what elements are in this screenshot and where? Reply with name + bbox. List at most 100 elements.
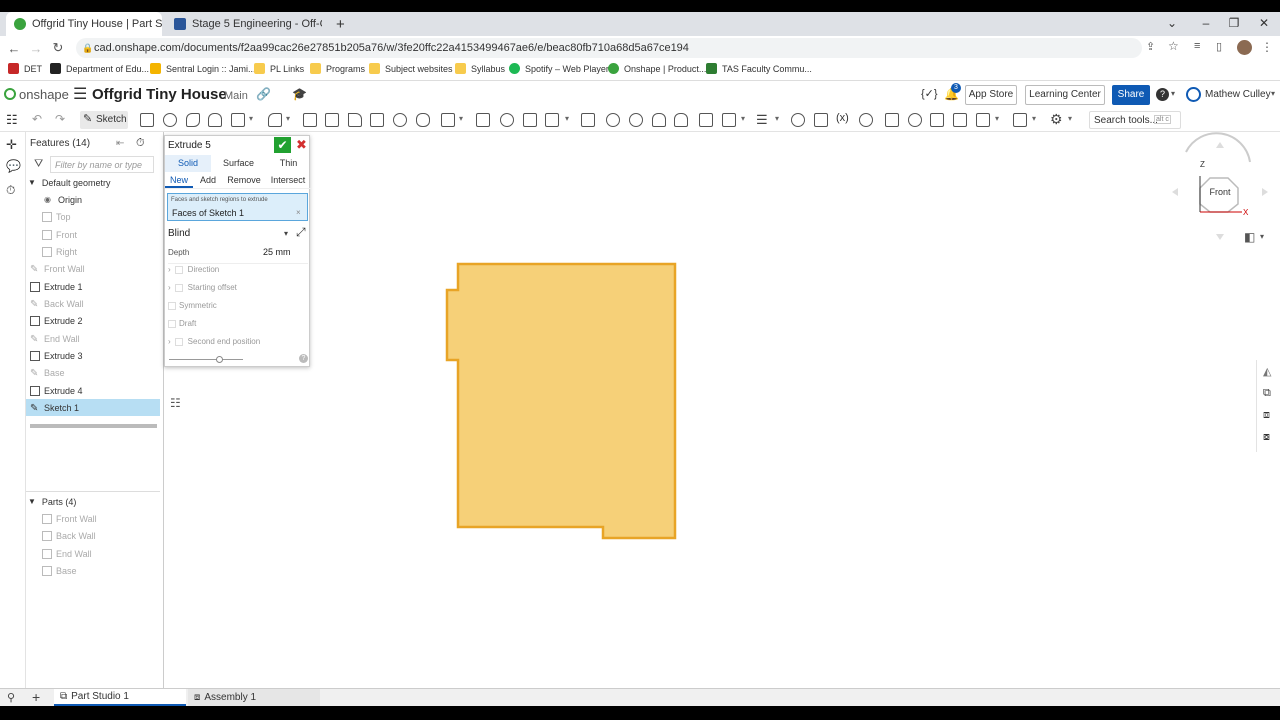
composite-tool-icon[interactable]	[976, 113, 990, 127]
cut-list-icon[interactable]	[1013, 113, 1027, 127]
hole-tool-icon[interactable]	[393, 113, 407, 127]
loft-tool-icon[interactable]	[208, 113, 222, 127]
cylinder-tool-icon[interactable]	[416, 113, 430, 127]
custom-features-gear-icon[interactable]: ⚙	[1050, 111, 1063, 128]
flip-direction-icon[interactable]: ⤢	[296, 225, 306, 240]
parts-group[interactable]: ▼ Parts (4)	[28, 493, 162, 510]
comments-icon[interactable]: 💬	[6, 159, 21, 173]
help-icon[interactable]: ?	[1156, 88, 1169, 101]
bookmark-syllabus[interactable]: Syllabus	[455, 63, 505, 74]
feature-right-plane[interactable]: Right	[42, 243, 176, 260]
gear-caret-icon[interactable]: ▾	[1068, 114, 1072, 123]
graphics-viewport[interactable]: Z X Front ◧ ▾ ☷ ◭ ⧉ ⧈ ⧇	[164, 132, 1280, 688]
render-tool-icon[interactable]	[908, 113, 922, 127]
sketch-region-shape[interactable]	[445, 262, 677, 540]
mass-props-icon[interactable]: ⧈	[1263, 409, 1270, 422]
direction-option[interactable]: › Direction	[168, 265, 219, 274]
rotate-up-icon[interactable]	[1216, 142, 1224, 148]
measure-icon[interactable]	[791, 113, 805, 127]
feature-filter-input[interactable]: Filter by name or type	[50, 156, 154, 173]
mate-connector-icon[interactable]	[629, 113, 643, 127]
transform-tool-icon[interactable]	[500, 113, 514, 127]
boolean-caret-icon[interactable]: ▾	[459, 114, 463, 123]
url-field[interactable]: 🔒 cad.onshape.com/documents/f2aa99cac26e…	[76, 38, 1142, 58]
maximize-icon[interactable]: ❐	[1222, 12, 1246, 34]
bookmark-spotify[interactable]: Spotify – Web Player	[509, 63, 609, 74]
history-icon[interactable]: ⏱	[6, 183, 15, 198]
op-add[interactable]: Add	[193, 172, 223, 188]
fit-spline-icon[interactable]	[674, 113, 688, 127]
revolve-tool-icon[interactable]	[163, 113, 177, 127]
sheet-metal-caret-icon[interactable]: ▾	[775, 114, 779, 123]
tab-manager-icon[interactable]: ⚲	[7, 691, 15, 704]
feature-origin[interactable]: ◉ Origin	[44, 191, 178, 208]
starting-offset-option[interactable]: › Starting offset	[168, 283, 237, 292]
preview-slider-track[interactable]	[169, 359, 243, 360]
second-end-checkbox[interactable]	[174, 337, 183, 346]
part-base[interactable]: Base	[42, 562, 176, 579]
reading-list-icon[interactable]: ≡	[1194, 40, 1200, 52]
second-end-option[interactable]: › Second end position	[168, 337, 260, 346]
rotate-right-icon[interactable]	[1262, 188, 1268, 196]
add-feature-icon[interactable]: ✛	[6, 137, 17, 153]
learning-cap-icon[interactable]: 🎓	[292, 87, 307, 101]
starting-offset-checkbox[interactable]	[174, 283, 183, 292]
share-button[interactable]: Share	[1112, 85, 1150, 105]
search-tools-field[interactable]: Search tools... alt c	[1089, 111, 1181, 129]
rollback-bar[interactable]	[30, 424, 157, 428]
share-page-icon[interactable]: ⇪	[1146, 40, 1155, 53]
symmetric-checkbox[interactable]	[168, 301, 176, 310]
end-type-caret-icon[interactable]: ▾	[284, 229, 288, 238]
fillet-tool-icon[interactable]	[268, 113, 282, 127]
feature-end-wall-sketch[interactable]: ✎ End Wall	[30, 330, 164, 347]
section-view-icon[interactable]	[814, 113, 828, 127]
split-tool-icon[interactable]	[476, 113, 490, 127]
app-store-button[interactable]: App Store	[965, 85, 1017, 105]
cut-list-caret-icon[interactable]: ▾	[1032, 114, 1036, 123]
user-caret-icon[interactable]: ▾	[1271, 89, 1275, 98]
browser-tab-onshape[interactable]: Offgrid Tiny House | Part Studio ×	[6, 12, 162, 36]
surface-tool-icon[interactable]	[722, 113, 736, 127]
onshape-logo-text[interactable]: onshape	[19, 87, 69, 102]
part-front-wall[interactable]: Front Wall	[42, 510, 176, 527]
thicken-tool-icon[interactable]	[231, 113, 245, 127]
mirror-tool-icon[interactable]	[545, 113, 559, 127]
curve-tool-icon[interactable]	[699, 113, 713, 127]
tab-search-chevron-icon[interactable]: ⌄	[1160, 12, 1184, 34]
browser-menu-icon[interactable]: ⋮	[1261, 40, 1273, 54]
sketch-button[interactable]: ✎ Sketch	[80, 111, 128, 129]
part-end-wall[interactable]: End Wall	[42, 545, 176, 562]
tab-thin[interactable]: Thin	[266, 155, 311, 172]
tab-part-studio-1[interactable]: ⧉ Part Studio 1	[54, 689, 186, 706]
mirror-caret-icon[interactable]: ▾	[565, 114, 569, 123]
bookmark-tas-faculty[interactable]: TAS Faculty Commu...	[706, 63, 812, 74]
tab-surface[interactable]: Surface	[211, 155, 266, 172]
draft-tool-icon[interactable]	[325, 113, 339, 127]
sweep-tool-icon[interactable]	[186, 113, 200, 127]
part-back-wall[interactable]: Back Wall	[42, 527, 176, 544]
feature-front-plane[interactable]: Front	[42, 226, 176, 243]
view-options-cube-icon[interactable]: ◧	[1244, 230, 1255, 244]
op-intersect[interactable]: Intersect	[265, 172, 311, 188]
profile-avatar[interactable]	[1237, 40, 1252, 55]
derived-tool-icon[interactable]	[930, 113, 944, 127]
boolean-tool-icon[interactable]	[441, 113, 455, 127]
helix-tool-icon[interactable]	[652, 113, 666, 127]
delete-part-icon[interactable]	[581, 113, 595, 127]
tab-assembly-1[interactable]: ⧈ Assembly 1	[188, 689, 320, 706]
user-name[interactable]: Mathew Culley	[1205, 89, 1271, 100]
depth-input[interactable]: 25 mm	[263, 247, 291, 257]
replicate-tool-icon[interactable]	[953, 113, 967, 127]
forward-arrow-icon[interactable]: →	[25, 41, 47, 56]
draft-checkbox[interactable]	[168, 319, 176, 328]
configurations-icon[interactable]: ⧇	[1263, 431, 1270, 444]
faces-selection-field[interactable]: Faces and sketch regions to extrude Face…	[167, 193, 308, 221]
bookmark-subject-websites[interactable]: Subject websites	[369, 63, 453, 74]
op-new[interactable]: New	[165, 172, 193, 188]
appearance-panel-icon[interactable]: ◭	[1263, 365, 1271, 378]
variable-tool-icon[interactable]: (x)	[836, 112, 849, 124]
help-caret-icon[interactable]: ▾	[1171, 89, 1175, 98]
weld-tool-icon[interactable]	[885, 113, 899, 127]
learning-center-button[interactable]: Learning Center	[1025, 85, 1105, 105]
bookmark-star-icon[interactable]: ☆	[1168, 39, 1179, 53]
